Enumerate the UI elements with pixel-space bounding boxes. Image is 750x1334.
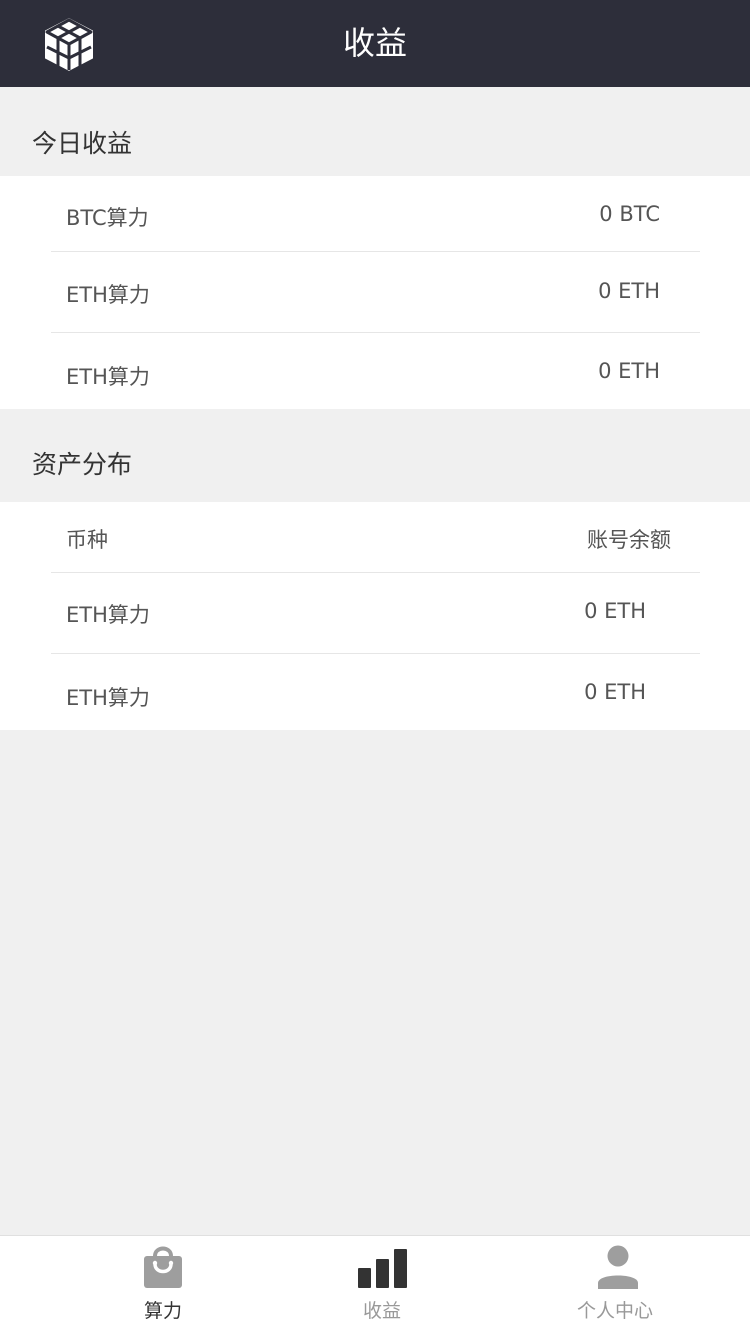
row-label: BTC算力: [66, 206, 149, 230]
row-value: 0 ETH: [598, 359, 660, 383]
asset-distribution-card: 币种 账号余额 ETH算力 0 ETH ETH算力 0 ETH: [0, 502, 750, 730]
tab-label: 收益: [362, 1300, 401, 1322]
bottom-tab-bar: 算力 收益 个人中心: [0, 1235, 750, 1334]
bar-chart-icon: [357, 1248, 409, 1294]
tab-earnings[interactable]: 收益: [332, 1236, 432, 1334]
tab-profile[interactable]: 个人中心: [565, 1236, 665, 1334]
table-header-row: 币种 账号余额: [51, 502, 700, 573]
list-item[interactable]: ETH算力 0 ETH: [51, 252, 700, 333]
row-label: ETH算力: [66, 365, 150, 389]
row-value: 0 ETH: [584, 599, 646, 623]
tab-label: 个人中心: [576, 1300, 653, 1322]
app-screen: 收益 今日收益 BTC算力 0 BTC ETH算力 0 ETH ETH算力 0 …: [0, 0, 750, 1334]
row-label: ETH算力: [66, 603, 150, 627]
row-value: 0 BTC: [599, 202, 660, 226]
row-label: ETH算力: [66, 283, 150, 307]
top-nav-bar: 收益: [0, 0, 750, 87]
column-header-currency: 币种: [66, 528, 108, 552]
table-row[interactable]: ETH算力 0 ETH: [51, 573, 700, 654]
list-item[interactable]: ETH算力 0 ETH: [51, 333, 700, 409]
table-row[interactable]: ETH算力 0 ETH: [51, 654, 700, 730]
row-value: 0 ETH: [584, 680, 646, 704]
row-label: ETH算力: [66, 686, 150, 710]
today-earnings-card: BTC算力 0 BTC ETH算力 0 ETH ETH算力 0 ETH: [0, 176, 750, 409]
tab-hashrate[interactable]: 算力: [113, 1236, 213, 1334]
user-icon: [597, 1245, 639, 1293]
today-earnings-heading: 今日收益: [32, 129, 133, 158]
row-value: 0 ETH: [598, 279, 660, 303]
list-item[interactable]: BTC算力 0 BTC: [51, 176, 700, 252]
page-title: 收益: [342, 24, 407, 62]
shopping-bag-icon: [143, 1244, 183, 1294]
column-header-balance: 账号余额: [587, 528, 671, 552]
tab-label: 算力: [143, 1300, 182, 1322]
asset-distribution-heading: 资产分布: [32, 450, 133, 479]
